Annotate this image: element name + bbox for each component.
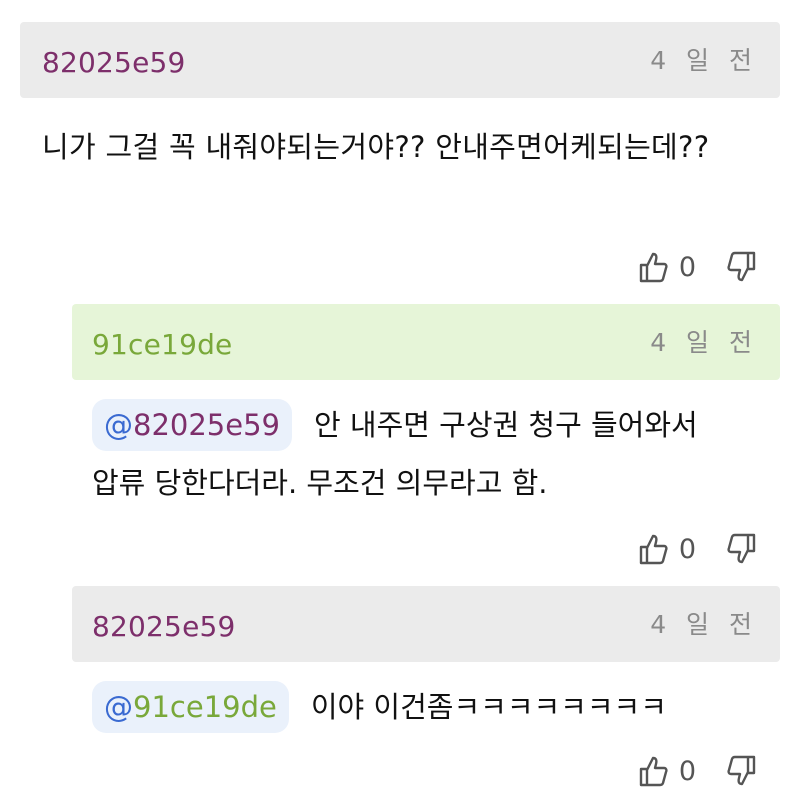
like-button[interactable]: 0 xyxy=(637,753,722,789)
like-count: 0 xyxy=(678,755,696,787)
comment-timestamp: 4 일 전 xyxy=(650,46,758,75)
comment-body: 이야 이건좀ㅋㅋㅋㅋㅋㅋㅋㅋ xyxy=(310,690,667,724)
thumbs-down-icon[interactable] xyxy=(722,753,758,789)
comment-actions: 0 xyxy=(20,242,780,292)
comment: 82025e59 4 일 전 니가 그걸 꼭 내줘야되는거야?? 안내주면어케되… xyxy=(20,22,780,292)
comment-actions: 0 xyxy=(72,746,780,796)
thumbs-down-icon[interactable] xyxy=(722,531,758,567)
mention-username: 82025e59 xyxy=(133,408,280,442)
mention-at: @ xyxy=(104,408,133,442)
comment-username[interactable]: 82025e59 xyxy=(42,46,186,79)
thumbs-up-icon[interactable] xyxy=(637,249,673,285)
comment-username[interactable]: 91ce19de xyxy=(92,328,232,361)
comment-timestamp: 4 일 전 xyxy=(650,610,758,639)
mention-tag[interactable]: @82025e59 xyxy=(92,399,292,451)
comment-text: @82025e59 안 내주면 구상권 청구 들어와서 압류 당한다더라. 무조건… xyxy=(72,396,780,520)
comment-text: 니가 그걸 꼭 내줘야되는거야?? 안내주면어케되는데?? xyxy=(20,118,780,242)
comment-actions: 0 xyxy=(72,524,780,574)
reply-comment: 91ce19de 4 일 전 @82025e59 안 내주면 구상권 청구 들어와… xyxy=(72,304,780,574)
mention-tag[interactable]: @91ce19de xyxy=(92,681,289,733)
reply-comment: 82025e59 4 일 전 @91ce19de 이야 이건좀ㅋㅋㅋㅋㅋㅋㅋㅋ 0 xyxy=(72,586,780,796)
thumbs-up-icon[interactable] xyxy=(637,531,673,567)
comment-username[interactable]: 82025e59 xyxy=(92,610,236,643)
thumbs-up-icon[interactable] xyxy=(637,753,673,789)
mention-at: @ xyxy=(104,690,133,724)
thumbs-down-icon[interactable] xyxy=(722,249,758,285)
like-button[interactable]: 0 xyxy=(637,531,722,567)
like-count: 0 xyxy=(678,251,696,283)
comment-text: @91ce19de 이야 이건좀ㅋㅋㅋㅋㅋㅋㅋㅋ xyxy=(72,678,780,742)
mention-username: 91ce19de xyxy=(133,690,277,724)
comment-header: 82025e59 4 일 전 xyxy=(20,22,780,98)
comment-body: 니가 그걸 꼭 내줘야되는거야?? 안내주면어케되는데?? xyxy=(42,130,710,164)
comment-header: 91ce19de 4 일 전 xyxy=(72,304,780,380)
like-count: 0 xyxy=(678,533,696,565)
like-button[interactable]: 0 xyxy=(637,249,722,285)
comment-header: 82025e59 4 일 전 xyxy=(72,586,780,662)
comment-timestamp: 4 일 전 xyxy=(650,328,758,357)
